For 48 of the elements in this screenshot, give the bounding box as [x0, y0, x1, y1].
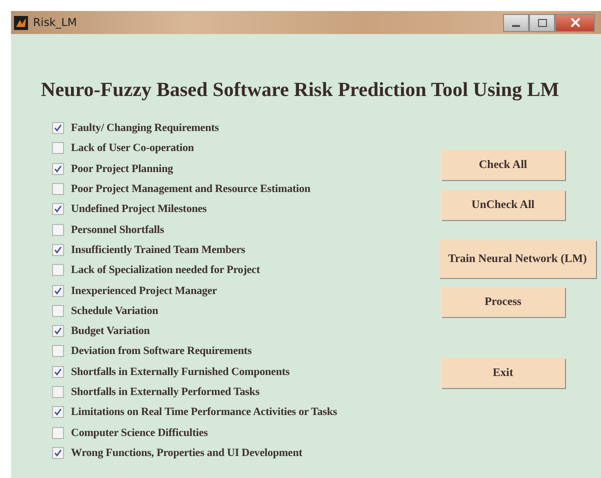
checkbox[interactable] [52, 203, 64, 216]
checkbox-label[interactable]: Shortfalls in Externally Performed Tasks [71, 386, 260, 398]
checkbox[interactable] [52, 386, 64, 398]
checkbox[interactable] [52, 264, 64, 276]
checkbox[interactable] [52, 426, 64, 439]
maximize-icon [538, 18, 546, 26]
checkbox[interactable] [52, 284, 64, 297]
minimize-button[interactable] [503, 14, 529, 32]
minimize-icon [512, 24, 520, 26]
checkbox[interactable] [52, 224, 64, 236]
checkbox-label[interactable]: Budget Variation [71, 325, 150, 338]
maximize-button[interactable] [529, 14, 555, 32]
action-button[interactable]: UnCheck All [441, 190, 565, 220]
checkbox[interactable] [52, 142, 64, 154]
checkbox[interactable] [52, 406, 64, 418]
close-icon [570, 18, 580, 27]
action-button[interactable]: Exit [441, 358, 565, 388]
action-button[interactable]: Check All [441, 150, 565, 180]
checkbox-label[interactable]: Shortfalls in Externally Furnished Components [71, 366, 290, 378]
checkbox[interactable] [52, 244, 64, 256]
checkbox-label[interactable]: Poor Project Management and Resource Estimation [71, 183, 310, 196]
checkbox[interactable] [52, 162, 64, 175]
checkbox-label[interactable]: Limitations on Real Time Performance Activities or Tasks [71, 406, 338, 418]
checkbox-label[interactable]: Poor Project Planning [71, 162, 173, 175]
checkbox-label[interactable]: Inexperienced Project Manager [71, 284, 217, 297]
action-button[interactable]: Train Neural Network (LM) [439, 240, 596, 278]
checkbox[interactable] [52, 325, 64, 338]
checkbox[interactable] [52, 183, 64, 196]
checkbox-label[interactable]: Personnel Shortfalls [71, 224, 164, 236]
app-heading: Neuro-Fuzzy Based Software Risk Prediction Tool Using LM [40, 78, 560, 102]
checkbox[interactable] [52, 122, 64, 134]
action-button[interactable]: Process [441, 287, 565, 317]
checkbox-label[interactable]: Faulty/ Changing Requirements [71, 122, 219, 134]
checkbox[interactable] [52, 304, 64, 317]
window-title: Risk_LM [33, 16, 78, 29]
checkbox-label[interactable]: Lack of User Co-operation [71, 142, 194, 154]
close-button[interactable] [555, 14, 595, 32]
checkbox-label[interactable]: Lack of Specialization needed for Project [71, 264, 260, 276]
checkbox-label[interactable]: Deviation from Software Requirements [71, 345, 252, 358]
checkbox-label[interactable]: Schedule Variation [71, 304, 158, 317]
checkbox-label[interactable]: Wrong Functions, Properties and UI Development [71, 446, 302, 459]
checkbox-label[interactable]: Computer Science Difficulties [71, 426, 208, 439]
checkbox-label[interactable]: Undefined Project Milestones [71, 203, 207, 216]
checkbox-label[interactable]: Insufficiently Trained Team Members [71, 244, 246, 256]
checkbox[interactable] [52, 345, 64, 358]
checkbox[interactable] [52, 446, 64, 459]
app-icon [14, 16, 28, 30]
checkbox[interactable] [52, 366, 64, 378]
